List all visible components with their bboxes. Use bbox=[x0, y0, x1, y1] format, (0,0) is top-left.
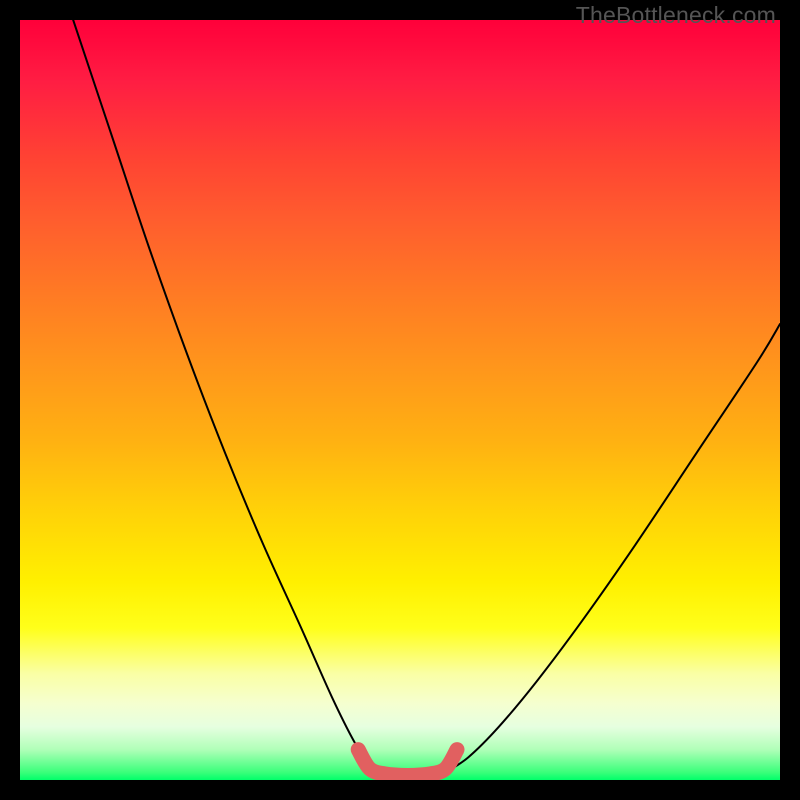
curve-group bbox=[73, 20, 780, 777]
plot-area bbox=[20, 20, 780, 780]
chart-svg bbox=[20, 20, 780, 780]
red-highlight bbox=[358, 750, 457, 776]
curve-left bbox=[73, 20, 377, 772]
watermark-text: TheBottleneck.com bbox=[576, 2, 776, 29]
curve-right bbox=[446, 324, 780, 772]
chart-frame: TheBottleneck.com bbox=[0, 0, 800, 800]
